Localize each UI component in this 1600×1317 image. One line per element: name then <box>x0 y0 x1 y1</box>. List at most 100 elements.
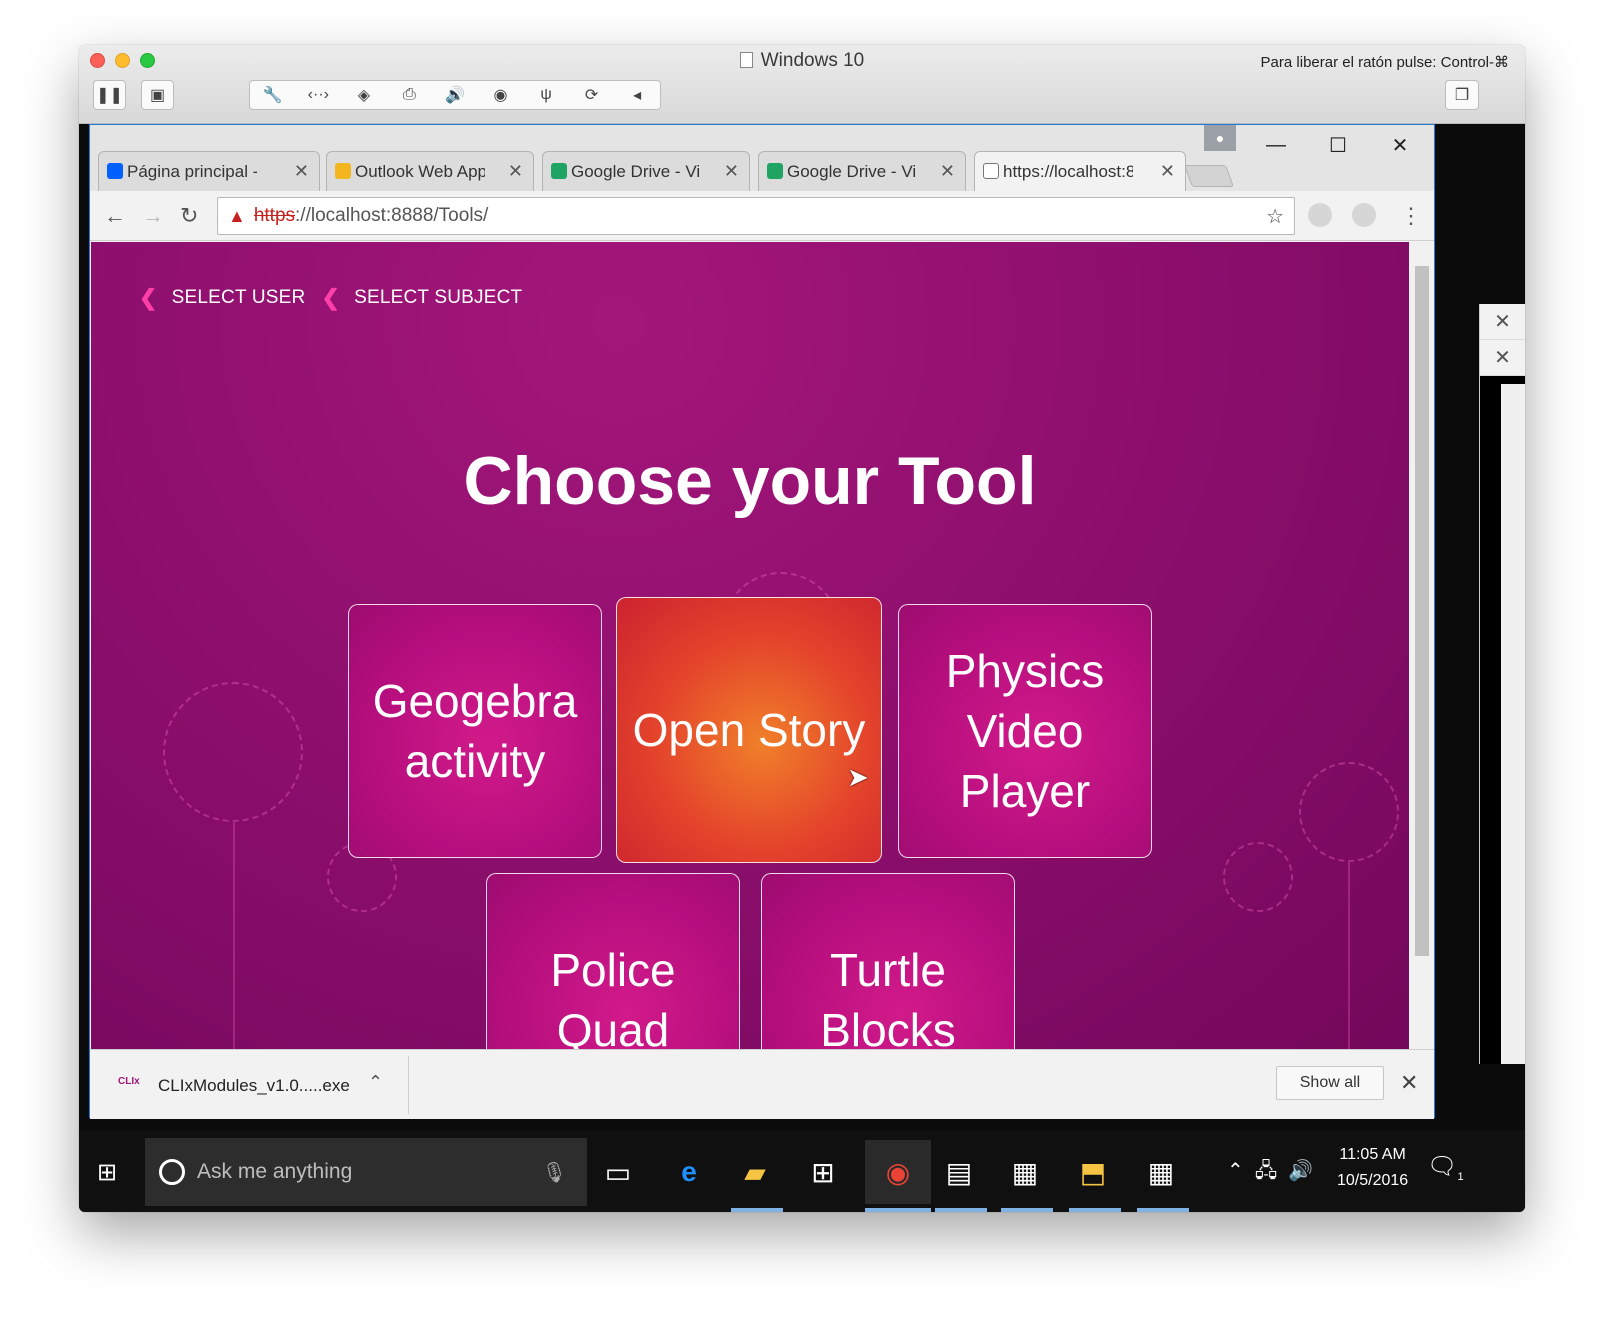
stem-decoration <box>1348 862 1350 1049</box>
new-tab-button[interactable] <box>1183 165 1235 187</box>
divider <box>408 1056 409 1114</box>
chevron-up-icon[interactable]: ⌃ <box>368 1072 383 1093</box>
drive-icon <box>551 163 567 179</box>
taskbar: ⊞ Ask me anything 🎙 ▭ e ▰ ⊞ ◉ ▤ ▦ ⬒ ▦ ⌃ … <box>79 1130 1525 1212</box>
network-icon[interactable]: ‹··› <box>303 86 333 104</box>
printer-icon[interactable]: ⎙ <box>394 86 424 104</box>
fullscreen-button[interactable]: ❐ <box>1445 80 1479 110</box>
active-indicator <box>865 1208 931 1212</box>
task-view-icon[interactable]: ▭ <box>594 1148 642 1196</box>
tab-close-icon[interactable]: ✕ <box>286 161 309 182</box>
vm-titlebar: Windows 10 Para liberar el ratón pulse: … <box>79 45 1525 124</box>
tab-close-icon[interactable]: ✕ <box>716 161 739 182</box>
cortana-icon <box>159 1159 185 1185</box>
window-restore-icon: ❐ <box>1454 87 1470 104</box>
guest-desktop: ✕ ✕ Página principal - ✕ Outlook Web App… <box>79 124 1525 1212</box>
tab-close-icon[interactable]: ✕ <box>932 161 955 182</box>
back-icon[interactable]: ← <box>104 203 126 229</box>
chevron-left-icon[interactable]: ❮ <box>139 285 158 311</box>
breadcrumb-select-subject[interactable]: SELECT SUBJECT <box>354 287 522 309</box>
clock[interactable]: 11:05 AM 10/5/2016 <box>1337 1142 1408 1194</box>
clock-time: 11:05 AM <box>1339 1146 1406 1163</box>
flower-decoration <box>1223 842 1293 912</box>
snapshot-button[interactable]: ▣ <box>141 80 174 110</box>
breadcrumb-select-user[interactable]: SELECT USER <box>172 287 306 309</box>
chrome-icon[interactable]: ◉ <box>865 1140 931 1204</box>
page-title: Choose your Tool <box>463 443 1037 519</box>
tab-close-icon[interactable]: ✕ <box>500 161 523 182</box>
browser-window: Página principal - ✕ Outlook Web App ✕ G… <box>89 124 1435 1119</box>
store-icon[interactable]: ⊞ <box>799 1148 847 1196</box>
edge-icon[interactable]: e <box>665 1148 713 1196</box>
tab-close-icon[interactable]: ✕ <box>1152 161 1175 182</box>
extension-icon[interactable] <box>1352 203 1376 227</box>
tool-geogebra-activity[interactable]: Geogebra activity <box>348 604 602 858</box>
usb-icon[interactable]: ψ <box>531 86 561 104</box>
tool-open-story[interactable]: Open Story <box>616 597 882 863</box>
file-explorer-icon[interactable]: ▰ <box>731 1148 779 1196</box>
tab-outlook[interactable]: Outlook Web App ✕ <box>326 151 534 191</box>
reload-icon[interactable]: ↻ <box>180 203 198 229</box>
tool-physics-video-player[interactable]: Physics Video Player <box>898 604 1152 858</box>
python-icon[interactable]: ⬒ <box>1069 1148 1117 1196</box>
tab-localhost[interactable]: https://localhost:8 ✕ <box>974 151 1186 191</box>
download-file-icon: CLIx <box>118 1076 140 1087</box>
forward-icon[interactable]: → <box>142 203 164 229</box>
dropbox-icon <box>107 163 123 179</box>
notification-icon[interactable]: 🗨1 <box>1427 1152 1464 1183</box>
collapse-icon[interactable]: ◂ <box>622 85 652 105</box>
address-bar[interactable]: ▲ https://localhost:8888/Tools/ ☆ <box>217 197 1295 235</box>
chevron-up-icon[interactable]: ⌃ <box>1227 1160 1244 1182</box>
page-icon <box>983 163 999 179</box>
system-tray[interactable]: ⌃ 🖧 🔊 <box>1227 1156 1313 1190</box>
close-icon[interactable]: ✕ <box>1480 340 1525 376</box>
command-prompt-icon[interactable]: ▤ <box>935 1148 983 1196</box>
flower-decoration <box>1299 762 1399 862</box>
active-indicator <box>1001 1208 1053 1212</box>
volume-icon[interactable]: 🔊 <box>440 85 470 105</box>
app-window-icon[interactable]: ▦ <box>1001 1148 1049 1196</box>
profile-icon[interactable]: ● <box>1204 125 1236 151</box>
cortana-search-box[interactable]: Ask me anything 🎙 <box>145 1138 587 1206</box>
tool-police-quad[interactable]: Police Quad <box>486 873 740 1049</box>
warning-icon: ▲ <box>228 205 246 226</box>
snapshot-icon: ▣ <box>149 87 166 104</box>
background-scrollbar[interactable] <box>1501 384 1525 1064</box>
menu-icon[interactable]: ⋮ <box>1400 203 1422 229</box>
tab-drive-1[interactable]: Google Drive - Vi ✕ <box>542 151 750 191</box>
show-all-button[interactable]: Show all <box>1276 1066 1384 1100</box>
document-icon <box>739 52 753 68</box>
camera-icon[interactable]: ◉ <box>486 85 516 105</box>
disk-icon[interactable]: ◈ <box>349 85 379 105</box>
scrollbar-thumb[interactable] <box>1415 266 1429 956</box>
active-indicator <box>1137 1208 1189 1212</box>
microphone-icon[interactable]: 🎙 <box>542 1160 567 1185</box>
breadcrumb: ❮ SELECT USER ❮ SELECT SUBJECT <box>139 285 538 311</box>
tab-drive-2[interactable]: Google Drive - Vi ✕ <box>758 151 966 191</box>
close-icon[interactable]: ✕ <box>1480 304 1525 340</box>
active-indicator <box>731 1208 783 1212</box>
close-icon[interactable]: ✕ <box>1400 1070 1418 1096</box>
sync-icon[interactable]: ⟳ <box>577 85 607 105</box>
pause-button[interactable]: ❚❚ <box>93 80 126 110</box>
wrench-icon[interactable]: 🔧 <box>258 85 288 105</box>
close-icon[interactable]: ✕ <box>1370 129 1430 161</box>
tool-turtle-blocks[interactable]: Turtle Blocks <box>761 873 1015 1049</box>
mouse-release-hint: Para liberar el ratón pulse: Control-⌘ <box>1260 54 1509 71</box>
network-icon[interactable]: 🖧 <box>1255 1160 1277 1182</box>
chevron-left-icon[interactable]: ❮ <box>321 285 340 311</box>
app-window-icon[interactable]: ▦ <box>1137 1148 1185 1196</box>
download-filename[interactable]: CLIxModules_v1.0.....exe <box>158 1076 350 1096</box>
extension-icon[interactable] <box>1308 203 1332 227</box>
bookmark-star-icon[interactable]: ☆ <box>1266 204 1284 229</box>
download-bar: CLIx CLIxModules_v1.0.....exe ⌃ Show all… <box>90 1049 1434 1119</box>
notification-count: 1 <box>1457 1170 1464 1183</box>
clock-date: 10/5/2016 <box>1337 1172 1409 1189</box>
tab-strip: Página principal - ✕ Outlook Web App ✕ G… <box>90 125 1434 191</box>
minimize-icon[interactable]: — <box>1246 129 1306 161</box>
page-scrollbar[interactable] <box>1410 242 1434 1049</box>
windows-start-icon[interactable]: ⊞ <box>97 1158 117 1187</box>
maximize-icon[interactable]: ☐ <box>1308 129 1368 161</box>
volume-icon[interactable]: 🔊 <box>1288 1160 1313 1182</box>
tab-dropbox[interactable]: Página principal - ✕ <box>98 151 320 191</box>
